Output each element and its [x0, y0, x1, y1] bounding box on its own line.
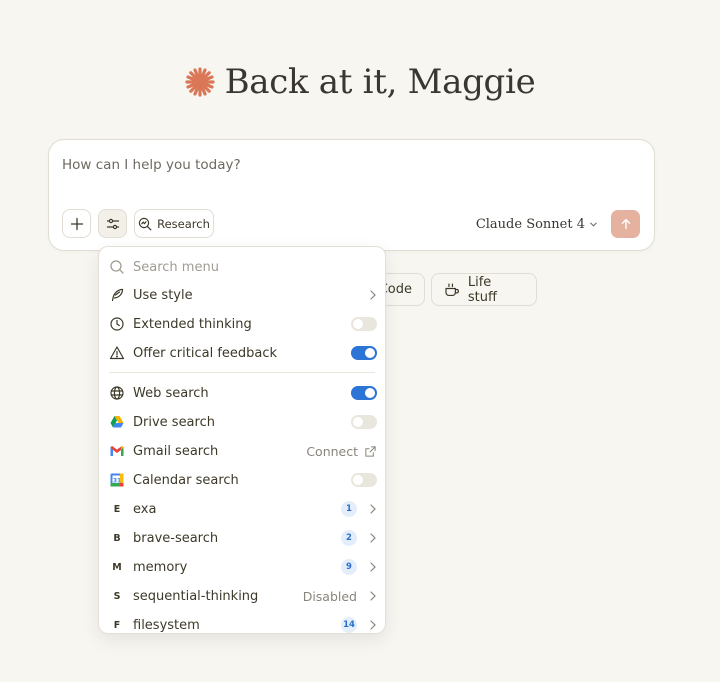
tools-menu-button[interactable]: [98, 209, 127, 238]
svg-text:31: 31: [113, 478, 121, 485]
arrow-up-icon: [621, 218, 630, 230]
google-calendar-icon: 31: [109, 472, 125, 488]
search-icon: [110, 260, 124, 274]
chat-input[interactable]: [62, 154, 622, 176]
menu-divider: [109, 372, 375, 373]
filesystem-tool-count: 14: [341, 617, 357, 633]
menu-item-exa[interactable]: E exa 1: [99, 496, 385, 522]
chat-composer: Research Claude Sonnet 4: [48, 139, 655, 251]
plus-icon: [70, 217, 83, 230]
exa-letter-icon: E: [113, 503, 121, 515]
drive-search-toggle[interactable]: [351, 415, 377, 429]
menu-search: [109, 256, 377, 278]
sliders-icon: [106, 218, 119, 229]
chevron-right-icon: [370, 533, 376, 543]
extended-thinking-toggle[interactable]: [351, 317, 377, 331]
menu-item-calendar-search[interactable]: 31 Calendar search: [99, 467, 385, 493]
menu-item-use-style[interactable]: Use style: [99, 282, 385, 308]
brave-search-tool-count: 2: [341, 530, 357, 546]
google-drive-icon: [109, 414, 125, 430]
greeting-header: Back at it, Maggie: [0, 56, 720, 108]
menu-search-input[interactable]: [133, 259, 363, 275]
research-button[interactable]: Research: [134, 209, 214, 238]
menu-item-web-search[interactable]: Web search: [99, 380, 385, 406]
clock-icon: [109, 316, 125, 332]
feather-icon: [109, 287, 125, 303]
research-label: Research: [157, 216, 210, 231]
chip-life-label: Life stuff: [467, 274, 497, 305]
menu-item-critical-feedback[interactable]: Offer critical feedback: [99, 340, 385, 366]
filesystem-letter-icon: F: [113, 619, 121, 631]
research-icon: [138, 217, 152, 230]
add-attachment-button[interactable]: [62, 209, 91, 238]
chevron-right-icon: [370, 562, 376, 572]
critical-feedback-toggle[interactable]: [351, 346, 377, 360]
memory-letter-icon: M: [112, 561, 122, 573]
external-link-icon: [365, 445, 376, 457]
menu-item-gmail-search[interactable]: Gmail search Connect: [99, 438, 385, 464]
menu-item-sequential-thinking[interactable]: S sequential-thinking Disabled: [99, 583, 385, 609]
chevron-right-icon: [370, 290, 376, 300]
chevron-right-icon: [370, 620, 376, 630]
menu-item-brave-search[interactable]: B brave-search 2: [99, 525, 385, 551]
suggestion-chip-life-stuff[interactable]: Life stuff: [431, 273, 537, 306]
memory-tool-count: 9: [341, 559, 357, 575]
chevron-down-icon: [590, 222, 597, 227]
gmail-connect-label[interactable]: Connect: [306, 444, 358, 459]
menu-item-drive-search[interactable]: Drive search: [99, 409, 385, 435]
chevron-right-icon: [370, 591, 376, 601]
menu-item-memory[interactable]: M memory 9: [99, 554, 385, 580]
globe-icon: [109, 385, 125, 401]
model-label: Claude Sonnet 4: [475, 216, 585, 232]
chevron-right-icon: [370, 504, 376, 514]
tools-dropdown-menu: Use style Extended thinking Offer critic…: [98, 246, 386, 634]
coffee-cup-icon: [445, 282, 459, 296]
calendar-search-toggle[interactable]: [351, 473, 377, 487]
sequential-thinking-letter-icon: S: [113, 590, 121, 602]
send-button[interactable]: [611, 210, 640, 238]
greeting-text: Back at it, Maggie: [224, 62, 536, 102]
model-selector[interactable]: Claude Sonnet 4: [476, 214, 598, 234]
menu-item-extended-thinking[interactable]: Extended thinking: [99, 311, 385, 337]
web-search-toggle[interactable]: [351, 386, 377, 400]
claude-logo-icon: [184, 67, 215, 97]
menu-item-filesystem[interactable]: F filesystem 14: [99, 612, 385, 633]
brave-search-letter-icon: B: [113, 532, 121, 544]
exa-tool-count: 1: [341, 501, 357, 517]
disabled-status-label: Disabled: [302, 588, 357, 604]
gmail-icon: [109, 443, 125, 459]
warning-icon: [109, 345, 125, 361]
